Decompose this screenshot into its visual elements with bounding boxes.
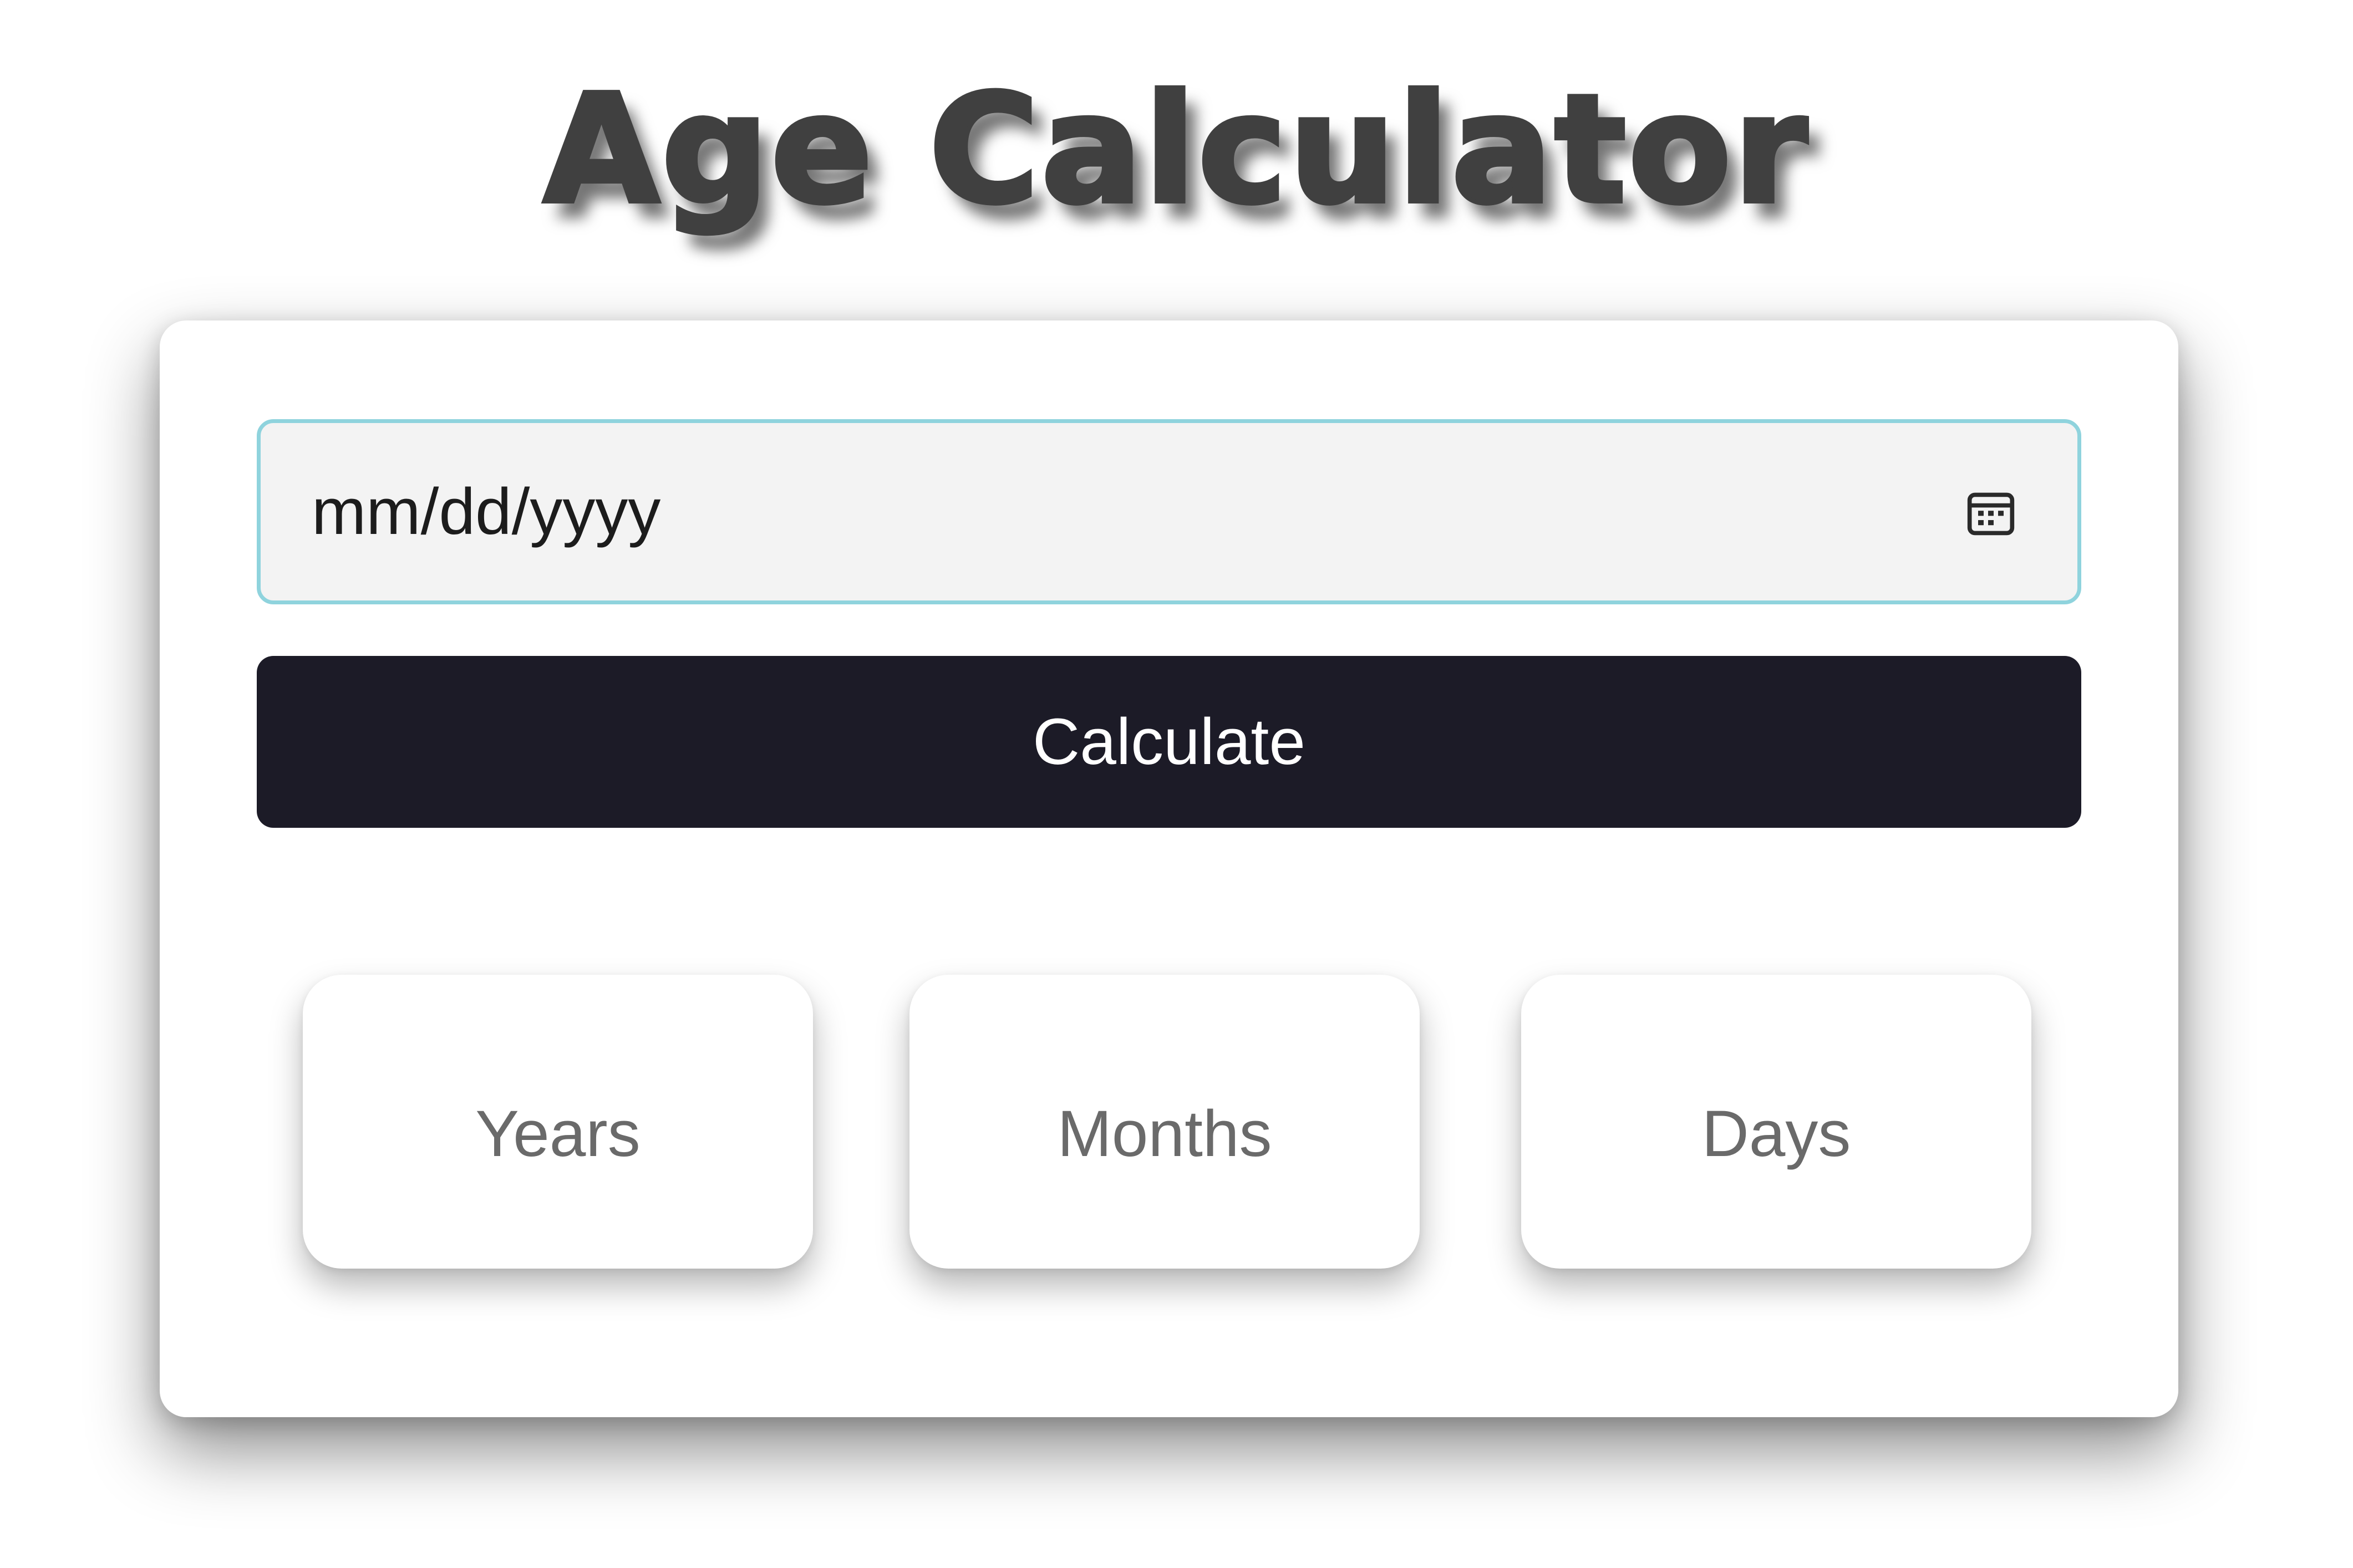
- days-label: Days: [1701, 1097, 1851, 1170]
- birthdate-input[interactable]: mm/dd/yyyy: [257, 419, 2081, 604]
- years-label: Years: [475, 1097, 641, 1170]
- page-title: Age Calculator: [541, 62, 1810, 237]
- years-result-box: Years: [303, 975, 813, 1269]
- calendar-icon[interactable]: [1965, 487, 2016, 538]
- months-result-box: Months: [909, 975, 1420, 1269]
- calculator-card: mm/dd/yyyy Calculate Years Months Days: [160, 320, 2178, 1417]
- calculate-button[interactable]: Calculate: [257, 656, 2081, 828]
- months-label: Months: [1057, 1097, 1272, 1170]
- days-result-box: Days: [1521, 975, 2031, 1269]
- date-placeholder: mm/dd/yyyy: [312, 475, 661, 548]
